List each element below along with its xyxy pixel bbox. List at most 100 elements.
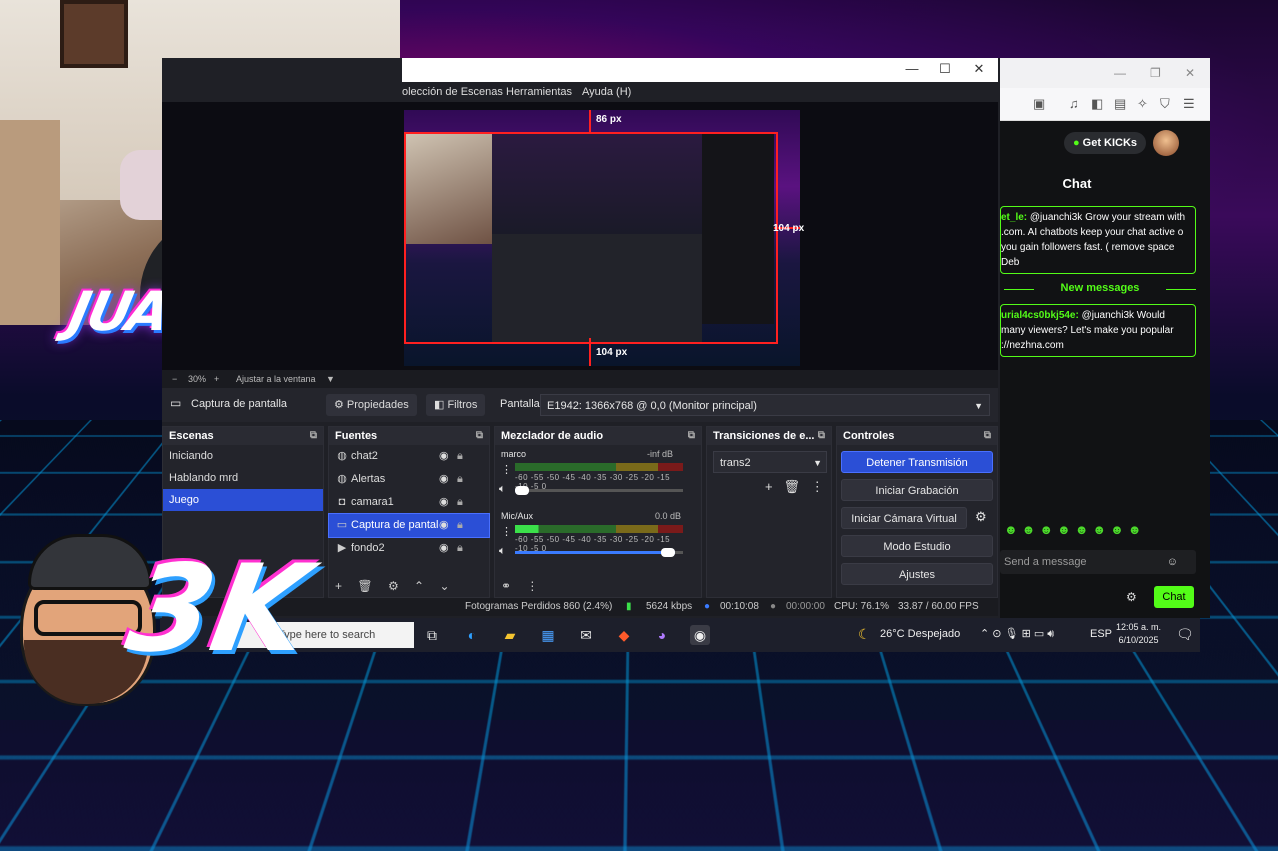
lock-icon[interactable]: 🔒︎	[457, 468, 463, 491]
studio-mode-button[interactable]: Modo Estudio	[841, 535, 993, 557]
lock-icon[interactable]: 🔒︎	[457, 445, 463, 468]
start-recording-button[interactable]: Iniciar Grabación	[841, 479, 993, 501]
clock-date: 6/10/2025	[1118, 635, 1159, 645]
eye-icon[interactable]: ◉	[439, 491, 449, 514]
source-item-chat2[interactable]: ◍ chat2 ◉ 🔒︎	[329, 445, 489, 468]
close-button[interactable]: ✕	[964, 61, 994, 79]
zoom-out-icon[interactable]: −	[172, 374, 177, 384]
menu-tools[interactable]: Herramientas	[506, 86, 572, 98]
stop-stream-button[interactable]: Detener Transmisión	[841, 451, 993, 473]
taskbar-clock[interactable]: 12:05 a. m. 6/10/2025	[1116, 621, 1161, 647]
scene-item-juego[interactable]: Juego	[163, 489, 323, 511]
eye-icon[interactable]: ◉	[439, 468, 449, 491]
gear-icon[interactable]: ⚙	[975, 509, 987, 525]
wallet-icon[interactable]: ▤	[1114, 96, 1126, 112]
popout-icon[interactable]: ⧉	[818, 427, 825, 445]
link-icon[interactable]: ⚭	[501, 579, 511, 593]
tray-icons[interactable]: ⌃ ⊙ 🎙︎ ⊞ ▭ 🔊︎	[980, 627, 1054, 641]
gear-icon[interactable]: ⚙	[388, 579, 399, 593]
trash-icon[interactable]: 🗑︎	[783, 479, 800, 494]
get-kicks-button[interactable]: ● Get KICKs	[1064, 132, 1146, 154]
preview-mini-chat	[702, 134, 774, 324]
volume-slider[interactable]	[515, 548, 683, 557]
chat-send-button[interactable]: Chat	[1154, 586, 1194, 608]
source-item-camara1[interactable]: ◘ camara1 ◉ 🔒︎	[329, 491, 489, 514]
sidebar-icon[interactable]: ◧	[1091, 96, 1103, 112]
sparkle-icon[interactable]: ✧	[1137, 96, 1148, 112]
menu-scene-collection[interactable]: olección de Escenas	[402, 86, 503, 98]
preview-screen-capture[interactable]	[404, 132, 778, 344]
reader-icon[interactable]: ▣	[1033, 96, 1045, 112]
lock-icon[interactable]: 🔒︎	[457, 491, 463, 514]
speaker-icon[interactable]: 🔈︎	[499, 545, 506, 558]
add-icon[interactable]: +	[335, 579, 342, 593]
preview-canvas[interactable]: 86 px 104 px 104 px	[162, 102, 998, 370]
kebab-menu-icon[interactable]: ⋮	[501, 463, 512, 476]
obs-icon[interactable]: ◉	[690, 625, 710, 645]
chat-input[interactable]: Send a message ☺	[1000, 550, 1196, 574]
popout-icon[interactable]: ⧉	[476, 427, 483, 445]
audio-mixer-dock: Mezclador de audio ⧉ marco -inf dB ⋮ -60 …	[494, 426, 702, 598]
notifications-icon[interactable]: 🗨︎	[1176, 626, 1194, 643]
channel-db: -inf dB	[647, 449, 674, 459]
avatar[interactable]	[1153, 130, 1179, 156]
popout-icon[interactable]: ⧉	[310, 427, 317, 445]
move-down-icon[interactable]: ⌄	[439, 579, 449, 593]
eye-icon[interactable]: ◉	[439, 514, 449, 537]
add-icon[interactable]: +	[765, 479, 773, 494]
speaker-icon[interactable]: 🔈︎	[499, 483, 506, 496]
maximize-button[interactable]: ☐	[930, 61, 960, 79]
lock-icon[interactable]: 🔒︎	[457, 537, 463, 560]
task-view-icon[interactable]: ⧉	[422, 625, 442, 645]
restore-button[interactable]: ❐	[1150, 66, 1161, 80]
volume-knob[interactable]	[515, 486, 529, 495]
webcam-picture-frame	[60, 0, 128, 68]
folder-icon[interactable]: ▰	[500, 625, 520, 645]
language-indicator[interactable]: ESP	[1090, 628, 1112, 640]
move-up-icon[interactable]: ⌃	[414, 579, 424, 593]
emoji-icon[interactable]: ☺	[1167, 550, 1178, 574]
kebab-menu-icon[interactable]: ⋮	[526, 579, 538, 593]
discord-icon[interactable]: ◕	[652, 625, 672, 645]
chat-username[interactable]: et_le:	[1001, 212, 1027, 223]
brave-icon[interactable]: ◆	[614, 625, 634, 645]
eye-icon[interactable]: ◉	[439, 445, 449, 468]
trash-icon[interactable]: 🗑︎	[357, 579, 372, 593]
display-select[interactable]: E1942: 1366x768 @ 0,0 (Monitor principal…	[540, 394, 990, 416]
properties-button[interactable]: ⚙ Propiedades	[326, 394, 417, 416]
start-virtual-camera-button[interactable]: Iniciar Cámara Virtual	[841, 507, 967, 529]
menu-icon[interactable]: ☰	[1183, 96, 1195, 112]
popout-icon[interactable]: ⧉	[688, 427, 695, 445]
volume-slider[interactable]	[515, 486, 683, 495]
zoom-dropdown-icon[interactable]: ▼	[326, 374, 335, 384]
minimize-button[interactable]: —	[1114, 66, 1126, 80]
lock-icon[interactable]: 🔒︎	[457, 514, 463, 537]
transition-select[interactable]: trans2 ▼	[713, 451, 827, 473]
minimize-button[interactable]: —	[897, 61, 927, 79]
filters-button[interactable]: ◧ Filtros	[426, 394, 486, 416]
source-item-captura[interactable]: ▭ Captura de pantal ◉ 🔒︎	[328, 513, 490, 538]
edge-icon[interactable]: ◐	[462, 625, 482, 645]
gear-icon[interactable]: ⚙	[1126, 590, 1137, 604]
kebab-menu-icon[interactable]: ⋮	[811, 479, 824, 494]
popout-icon[interactable]: ⧉	[984, 427, 991, 445]
settings-button[interactable]: Ajustes	[841, 563, 993, 585]
menu-help[interactable]: Ayuda (H)	[582, 86, 631, 98]
source-item-fondo2[interactable]: ▶ fondo2 ◉ 🔒︎	[329, 537, 489, 560]
weather-text[interactable]: 26°C Despejado	[880, 628, 960, 640]
emote-bar[interactable]: ☻☻☻☻☻☻☻☻	[1004, 522, 1145, 537]
volume-knob[interactable]	[660, 548, 675, 557]
close-button[interactable]: ✕	[1185, 66, 1195, 80]
chat-username[interactable]: urial4cs0bkj54e:	[1001, 310, 1079, 321]
mail-icon[interactable]: ✉	[576, 625, 596, 645]
zoom-fit-button[interactable]: Ajustar a la ventana	[236, 374, 316, 384]
scene-item-hablando[interactable]: Hablando mrd	[163, 467, 323, 489]
kebab-menu-icon[interactable]: ⋮	[501, 525, 512, 538]
scene-item-iniciando[interactable]: Iniciando	[163, 445, 323, 467]
store-icon[interactable]: ▦	[538, 625, 558, 645]
music-icon[interactable]: ♫	[1069, 96, 1079, 111]
eye-icon[interactable]: ◉	[439, 537, 449, 560]
shield-icon[interactable]: ⛉	[1160, 96, 1170, 112]
source-item-alertas[interactable]: ◍ Alertas ◉ 🔒︎	[329, 468, 489, 491]
zoom-in-icon[interactable]: +	[214, 374, 219, 384]
